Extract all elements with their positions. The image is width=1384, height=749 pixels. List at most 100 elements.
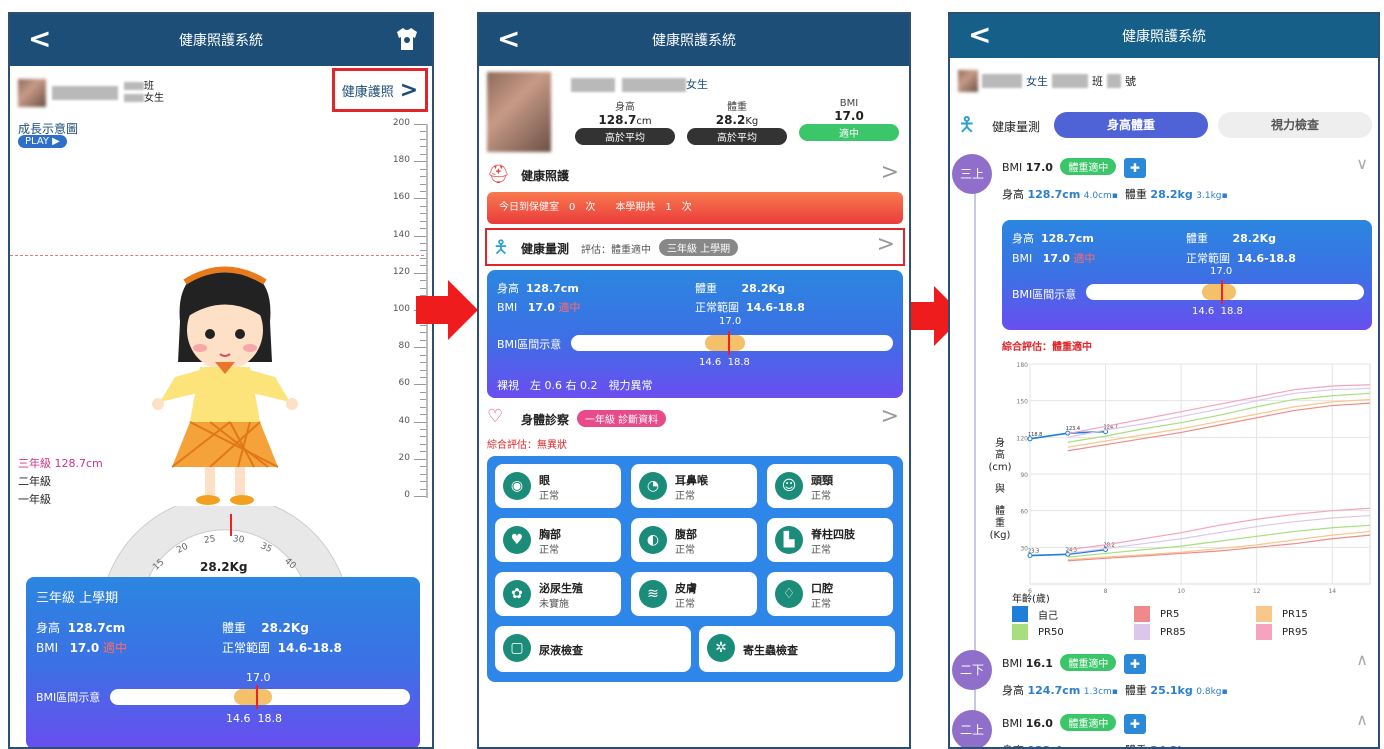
ruler-tick xyxy=(414,272,426,274)
record-row[interactable]: 二下 BMI 16.1 體重適中 ✚ 身高 124.7cm 1.3cm▪ 體重 … xyxy=(950,650,1378,706)
bar-value-label: 17.0 xyxy=(719,316,742,327)
bar-label: BMI區間示意 xyxy=(36,691,101,704)
stat-badge: 高於平均 xyxy=(687,128,787,145)
shirt-icon[interactable] xyxy=(394,26,420,52)
back-arrow-icon[interactable]: < xyxy=(28,22,51,55)
heartbeat-icon: ♡ xyxy=(487,406,504,427)
chart-x-tick: 8 xyxy=(1104,588,1108,595)
bmi-marker xyxy=(256,685,258,709)
exam-tile-wide[interactable]: ▢ 尿液檢查 xyxy=(495,626,691,672)
chevron-up-icon[interactable]: ∧ xyxy=(1356,650,1368,669)
record-height: 124.7cm xyxy=(1027,684,1081,697)
tab-height-weight[interactable]: 身高體重 xyxy=(1054,112,1208,138)
record-row[interactable]: 二上 BMI 16.0 體重適中 ✚ 身高 123.4cm 2.2cm▪ 體重 … xyxy=(950,710,1378,747)
bar-value-label: 17.0 xyxy=(1210,266,1233,277)
health-passport-link[interactable]: 健康護照 > xyxy=(332,68,428,112)
weight-value: 28.2Kg xyxy=(741,282,786,295)
chart-x-tick: 12 xyxy=(1253,588,1261,595)
height-label: 身高 xyxy=(36,621,61,635)
bar-value-label: 17.0 xyxy=(246,671,271,684)
ruler-tick-label: 20 xyxy=(398,452,410,463)
chevron-down-icon[interactable]: ∨ xyxy=(1356,154,1368,173)
chevron-right-icon: > xyxy=(876,232,895,257)
tab-vision[interactable]: 視力檢查 xyxy=(1218,112,1372,138)
first-aid-kit-icon[interactable]: ✚ xyxy=(1123,158,1146,178)
exam-tile[interactable]: ▙ 脊柱四肢 正常 xyxy=(767,518,893,562)
back-arrow-icon[interactable]: < xyxy=(497,22,520,55)
chart-y-tick: 60 xyxy=(1020,509,1028,516)
phone-screen-1: < 健康照護系統 班女生 健康護照 > 成長示意圖 PLAY ▶ 200 180 1… xyxy=(8,12,434,749)
exam-tile[interactable]: ◐ 腹部 正常 xyxy=(631,518,757,562)
kidney-icon: ✿ xyxy=(503,580,531,608)
bmi-normal-range xyxy=(1202,284,1236,300)
bug-icon: ✲ xyxy=(707,634,735,662)
legend-swatch xyxy=(1012,606,1028,622)
bmi-value: 17.0 xyxy=(69,641,100,655)
chart-y-tick: 120 xyxy=(1017,435,1029,442)
bar-label: BMI區間示意 xyxy=(497,338,562,351)
care-section-header[interactable]: ⛑ 健康照護 > xyxy=(487,160,907,190)
student-info: 女生 xyxy=(571,76,708,92)
bmi-label: BMI xyxy=(36,641,59,655)
exam-title: 身體診察 xyxy=(521,413,570,427)
health-passport-label: 健康護照 xyxy=(341,84,394,100)
ruler-tick xyxy=(414,458,426,460)
exam-tile[interactable]: ♥ 胸部 正常 xyxy=(495,518,621,562)
weight-label: 體重 xyxy=(222,621,247,635)
chart-x-tick: 14 xyxy=(1328,588,1336,595)
exam-tile[interactable]: ♢ 口腔 正常 xyxy=(767,572,893,616)
exam-tile-wide[interactable]: ✲ 寄生蟲檢查 xyxy=(699,626,895,672)
app-header: < 健康照護系統 xyxy=(479,14,909,66)
data-label: 118.8 xyxy=(1028,432,1042,438)
stat-height: 身高 128.7cm 高於平均 xyxy=(575,98,675,145)
exam-tile-name: 耳鼻喉 xyxy=(675,474,708,487)
legend-swatch xyxy=(1134,624,1150,640)
ear-icon: ◔ xyxy=(639,472,667,500)
legend-label: 自己 xyxy=(1038,610,1058,622)
weight-value: 28.2Kg xyxy=(261,621,309,635)
play-button[interactable]: PLAY ▶ xyxy=(18,135,67,148)
legend-label: PR85 xyxy=(1160,626,1186,638)
record-status: 體重適中 xyxy=(1060,158,1117,175)
stat-unit: cm xyxy=(636,116,652,127)
back-arrow-icon[interactable]: < xyxy=(968,18,991,51)
overall-eval: 綜合評估：體重適中 xyxy=(1002,342,1092,353)
exam-tile-status: 正常 xyxy=(539,545,559,556)
exam-tile-name: 尿液檢查 xyxy=(539,644,583,657)
height-value: 128.7cm xyxy=(526,282,579,295)
measure-card: 三年級 上學期 身高 128.7cm 體重 28.2Kg BMI 17.0 適中… xyxy=(26,577,420,747)
exam-tile-name: 寄生蟲檢查 xyxy=(743,644,798,657)
record-row[interactable]: 三上 BMI 17.0 體重適中 ✚ 身高 128.7cm 4.0cm▪ 體重 … xyxy=(950,154,1378,210)
first-aid-kit-icon[interactable]: ✚ xyxy=(1123,654,1146,674)
boot-icon: ▙ xyxy=(775,526,803,554)
term-badge: 二上 xyxy=(952,710,992,747)
legend-swatch xyxy=(1012,624,1028,640)
legend-item: PR5 xyxy=(1134,606,1179,622)
bar-min: 14.6 xyxy=(226,712,251,725)
exam-tile-name: 泌尿生殖 xyxy=(539,582,583,595)
exam-tile[interactable]: ✿ 泌尿生殖 未實施 xyxy=(495,572,621,616)
chart-y-tick: 150 xyxy=(1017,399,1029,406)
scale-dial xyxy=(105,506,345,586)
exam-tile[interactable]: ≋ 皮膚 正常 xyxy=(631,572,757,616)
stat-label: 體重 xyxy=(727,102,747,113)
exam-tile-status: 未實施 xyxy=(539,599,569,610)
stat-value: 17.0 xyxy=(834,109,864,123)
tooth-icon: ♢ xyxy=(775,580,803,608)
exam-tile[interactable]: ◔ 耳鼻喉 正常 xyxy=(631,464,757,508)
legend-label: PR95 xyxy=(1282,626,1308,638)
bmi-range-bar xyxy=(110,685,410,709)
measure-section-header[interactable]: 🯅 健康量測 評估：體重適中 三年級 上學期 > xyxy=(485,228,905,266)
ruler-tick-label: 120 xyxy=(392,266,410,277)
avatar xyxy=(487,72,551,152)
ruler-tick xyxy=(414,124,426,125)
avatar xyxy=(958,70,978,92)
first-aid-kit-icon[interactable]: ✚ xyxy=(1123,714,1146,734)
app-title: 健康照護系統 xyxy=(1122,29,1206,45)
chevron-up-icon[interactable]: ∧ xyxy=(1356,710,1368,729)
vision-summary: 裸視 左 0.6 右 0.2 視力異常 xyxy=(497,379,653,392)
range-value: 14.6-18.8 xyxy=(277,641,342,655)
exam-tile[interactable]: ☺ 頭頸 正常 xyxy=(767,464,893,508)
exam-section-header[interactable]: ♡ 身體診察 一年級 診斷資料 > xyxy=(487,404,907,432)
exam-tile[interactable]: ◉ 眼 正常 xyxy=(495,464,621,508)
